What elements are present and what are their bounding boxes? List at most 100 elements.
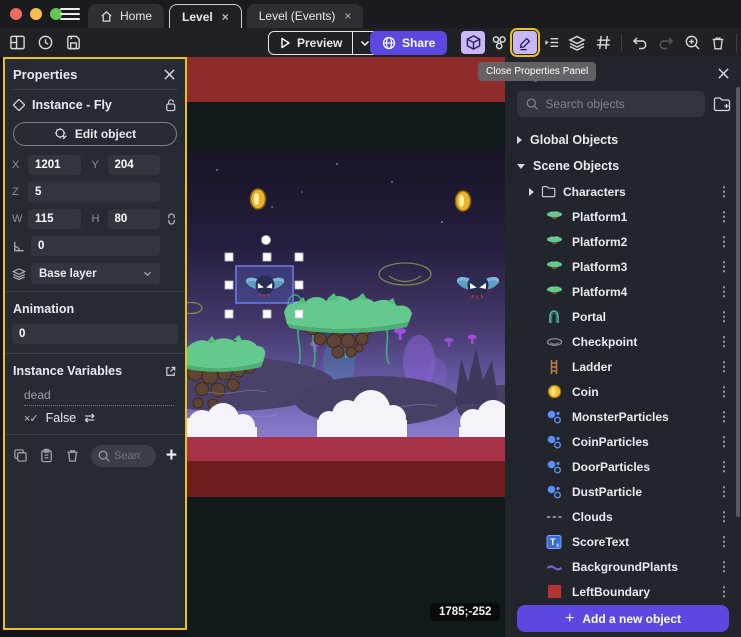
coin-sprite[interactable]	[456, 191, 471, 211]
preview-button[interactable]: Preview	[268, 31, 378, 55]
scene-canvas[interactable]: 1785;-252	[187, 57, 505, 637]
object-menu-button[interactable]	[717, 584, 731, 600]
layers-panel-button[interactable]	[565, 31, 589, 54]
object-row-platform3[interactable]: Platform3	[517, 254, 731, 279]
object-groups-button[interactable]	[487, 31, 511, 54]
object-menu-button[interactable]	[717, 359, 731, 375]
object-row-platform1[interactable]: Platform1	[517, 204, 731, 229]
objects-scrollbar[interactable]	[736, 87, 740, 517]
redo-button[interactable]	[654, 31, 678, 54]
variable-name[interactable]: dead	[24, 388, 174, 406]
animation-input[interactable]	[12, 324, 178, 344]
copy-icon[interactable]	[13, 448, 29, 464]
object-row-portal[interactable]: Portal	[517, 304, 731, 329]
tab-home[interactable]: Home	[88, 4, 164, 28]
object-row-leftboundary[interactable]: LeftBoundary	[517, 579, 731, 604]
object-menu-button[interactable]	[717, 184, 731, 200]
object-row-scoretext[interactable]: TxScoreText	[517, 529, 731, 554]
close-window-button[interactable]	[10, 8, 22, 20]
variables-search-field[interactable]	[91, 445, 156, 467]
paste-icon[interactable]	[39, 448, 55, 464]
object-menu-button[interactable]	[717, 234, 731, 250]
object-row-coin[interactable]: Coin	[517, 379, 731, 404]
edit-object-button[interactable]: Edit object	[13, 122, 177, 146]
layer-select[interactable]: Base layer	[31, 263, 160, 284]
coin-sprite[interactable]	[251, 189, 266, 209]
object-row-checkpoint[interactable]: Checkpoint	[517, 329, 731, 354]
objects-search-field[interactable]	[517, 91, 705, 117]
close-objects-panel-icon[interactable]	[717, 67, 731, 81]
platform-thumbnail-icon	[545, 284, 563, 300]
object-menu-button[interactable]	[717, 484, 731, 500]
tab-level[interactable]: Level ×	[169, 4, 242, 28]
object-menu-button[interactable]	[717, 384, 731, 400]
instances-list-button[interactable]	[539, 31, 563, 54]
object-menu-button[interactable]	[717, 409, 731, 425]
platform-island-center[interactable]	[284, 293, 412, 367]
scene-objects-group[interactable]: Scene Objects	[517, 153, 731, 179]
angle-input[interactable]	[31, 236, 160, 256]
object-row-coinparticles[interactable]: CoinParticles	[517, 429, 731, 454]
object-row-monsterparticles[interactable]: MonsterParticles	[517, 404, 731, 429]
object-menu-button[interactable]	[717, 209, 731, 225]
object-menu-button[interactable]	[717, 509, 731, 525]
undo-button[interactable]	[628, 31, 652, 54]
add-variable-button[interactable]: +	[166, 448, 177, 464]
history-button[interactable]	[35, 32, 56, 53]
object-menu-button[interactable]	[717, 334, 731, 350]
hamburger-menu-icon[interactable]	[60, 6, 80, 22]
save-button[interactable]	[63, 32, 84, 53]
variable-value-row[interactable]: ×✓ False ⇄	[24, 410, 174, 426]
height-input[interactable]	[108, 209, 161, 229]
global-objects-group[interactable]: Global Objects	[517, 127, 731, 153]
width-input[interactable]	[28, 209, 81, 229]
objects-editor-button[interactable]	[461, 31, 485, 54]
tab-level-events[interactable]: Level (Events) ×	[247, 4, 364, 28]
boundary-thumbnail-icon	[545, 584, 563, 600]
object-menu-button[interactable]	[717, 284, 731, 300]
panels-layout-button[interactable]	[7, 32, 28, 53]
close-properties-icon[interactable]	[163, 68, 177, 82]
object-menu-button[interactable]	[717, 559, 731, 575]
grid-toggle-button[interactable]	[591, 31, 615, 54]
portal-thumbnail-icon	[545, 309, 563, 325]
object-menu-button[interactable]	[717, 259, 731, 275]
object-row-platform2[interactable]: Platform2	[517, 229, 731, 254]
y-input[interactable]	[108, 155, 161, 175]
z-input[interactable]	[28, 182, 160, 202]
x-input[interactable]	[28, 155, 81, 175]
object-row-platform4[interactable]: Platform4	[517, 279, 731, 304]
toolbar-divider	[621, 34, 622, 52]
close-tab-icon[interactable]: ×	[344, 9, 351, 23]
minimize-window-button[interactable]	[30, 8, 42, 20]
object-row-clouds[interactable]: Clouds	[517, 504, 731, 529]
share-button[interactable]: Share	[370, 31, 447, 55]
unlock-icon[interactable]	[164, 98, 177, 112]
object-menu-button[interactable]	[717, 309, 731, 325]
close-tab-icon[interactable]: ×	[222, 10, 229, 24]
delete-button[interactable]	[706, 31, 730, 54]
object-menu-button[interactable]	[717, 434, 731, 450]
variables-search-input[interactable]	[114, 450, 140, 462]
add-object-button[interactable]: + Add a new object	[517, 605, 729, 632]
characters-folder-row[interactable]: Characters	[517, 179, 731, 204]
objects-search-input[interactable]	[545, 97, 696, 111]
zoom-button[interactable]	[680, 31, 704, 54]
object-row-backgroundplants[interactable]: BackgroundPlants	[517, 554, 731, 579]
open-in-new-icon[interactable]	[164, 365, 177, 378]
delete-variable-icon[interactable]	[65, 448, 81, 464]
add-folder-icon[interactable]	[713, 96, 731, 112]
fly-sprite[interactable]	[455, 275, 500, 299]
object-menu-button[interactable]	[717, 534, 731, 550]
object-row-doorparticles[interactable]: DoorParticles	[517, 454, 731, 479]
swap-value-icon[interactable]: ⇄	[84, 410, 95, 426]
object-row-ladder[interactable]: Ladder	[517, 354, 731, 379]
toolbar: Preview Share	[0, 28, 741, 57]
object-menu-button[interactable]	[717, 459, 731, 475]
history-clock-icon	[37, 34, 54, 51]
lock-ratio-icon[interactable]	[165, 212, 178, 226]
object-row-dustparticle[interactable]: DustParticle	[517, 479, 731, 504]
cube-icon	[465, 34, 482, 51]
properties-panel-toggle-button[interactable]	[513, 31, 537, 54]
rotation-handle[interactable]	[262, 236, 271, 245]
